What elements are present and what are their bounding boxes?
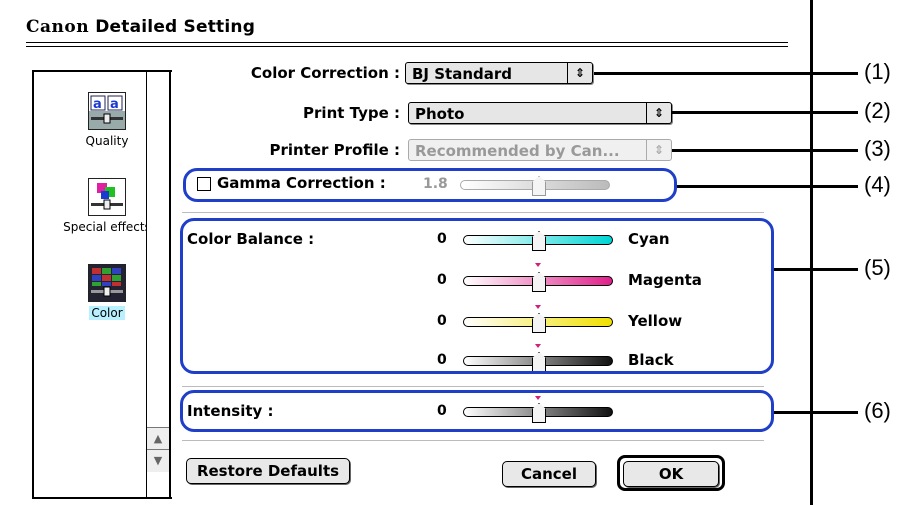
print-type-value: Photo	[415, 105, 465, 123]
title-divider	[26, 42, 788, 43]
printer-profile-popup[interactable]: Recommended by Can... ⇕	[408, 139, 672, 161]
callout-number-1: (1)	[864, 59, 891, 84]
sidebar-scrollbar[interactable]: ▲ ▼	[146, 70, 171, 499]
color-correction-value: BJ Standard	[412, 65, 513, 83]
color-icon	[88, 264, 126, 302]
callout-line-2	[672, 111, 858, 114]
section-divider	[182, 386, 764, 387]
special-effects-icon	[88, 178, 126, 216]
callout-number-5: (5)	[864, 255, 891, 280]
print-type-label: Print Type :	[303, 104, 400, 122]
color-correction-popup[interactable]: BJ Standard ⇕	[405, 62, 593, 84]
callout-line-1	[594, 72, 858, 75]
callout-number-4: (4)	[864, 172, 891, 197]
callout-number-6: (6)	[864, 398, 891, 423]
scroll-up-button[interactable]: ▲	[147, 427, 169, 450]
printer-profile-label: Printer Profile :	[269, 141, 400, 159]
callout-line-6	[774, 411, 858, 414]
quality-icon: a a	[88, 92, 126, 130]
sidebar-item-label: Special effects	[63, 220, 151, 234]
popup-arrows-icon: ⇕	[567, 63, 592, 83]
brand-logo: Canon	[26, 17, 90, 37]
svg-text:a: a	[93, 97, 102, 112]
callout-box-6	[180, 390, 774, 432]
ok-button[interactable]: OK	[623, 461, 719, 487]
section-divider	[182, 440, 764, 441]
callout-number-2: (2)	[864, 98, 891, 123]
scroll-down-button[interactable]: ▼	[147, 449, 169, 472]
sidebar-item-label: Quality	[85, 134, 129, 148]
callout-number-3: (3)	[864, 136, 891, 161]
sidebar-item-label: Color	[89, 306, 125, 320]
color-correction-label: Color Correction :	[250, 64, 400, 82]
title-divider	[26, 46, 788, 47]
popup-arrows-icon: ⇕	[646, 140, 671, 160]
printer-profile-value: Recommended by Can...	[415, 142, 620, 160]
window-title: Canon Detailed Setting	[26, 17, 255, 37]
popup-arrows-icon: ⇕	[646, 103, 671, 123]
print-type-popup[interactable]: Photo ⇕	[408, 102, 672, 124]
title-text: Detailed Setting	[95, 17, 256, 37]
callout-line-3	[672, 149, 858, 152]
callout-box-5	[180, 218, 774, 374]
svg-text:a: a	[110, 97, 119, 112]
section-divider	[182, 212, 764, 213]
cancel-button[interactable]: Cancel	[502, 461, 596, 487]
restore-defaults-button[interactable]: Restore Defaults	[186, 458, 350, 484]
callout-line-4	[677, 185, 858, 188]
callout-box-4	[183, 168, 677, 202]
callout-line-5	[774, 268, 858, 271]
